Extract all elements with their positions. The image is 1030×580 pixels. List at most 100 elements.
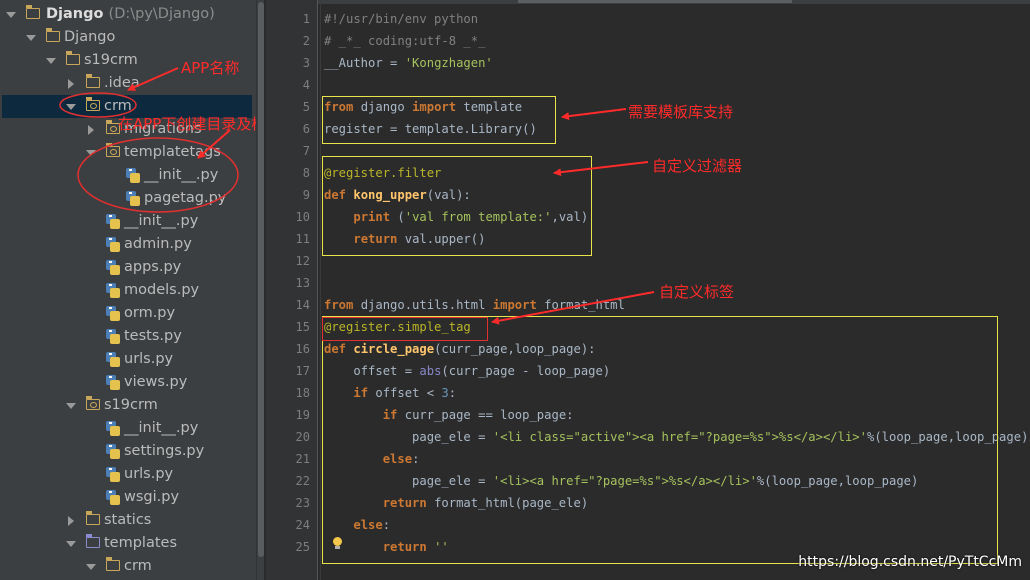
tree-node-label: models.py — [124, 282, 200, 298]
line-number: 10 — [295, 210, 310, 224]
package-folder-icon — [85, 396, 100, 410]
package-folder-icon — [105, 143, 120, 157]
python-file-icon — [106, 421, 120, 436]
collapse-arrow-icon[interactable] — [26, 26, 36, 49]
folder-icon — [85, 511, 100, 525]
tree-node-label: pagetag.py — [144, 190, 227, 206]
code-line[interactable]: # _*_ coding:utf-8 _*_ — [324, 30, 485, 52]
tree-node-label: admin.py — [124, 236, 192, 252]
line-number: 22 — [295, 474, 310, 488]
line-number: 14 — [295, 298, 310, 312]
indent-guide — [320, 0, 321, 580]
tree-node-label: s19crm — [104, 397, 158, 413]
line-number: 16 — [295, 342, 310, 356]
highlight-box-simple-tag — [322, 316, 998, 564]
collapse-arrow-icon[interactable] — [66, 95, 76, 118]
tree-node-label: s19crm — [84, 52, 138, 68]
code-line[interactable]: from django.utils.html import format_htm… — [324, 294, 625, 316]
code-token: format_html — [536, 298, 625, 312]
code-token: #!/usr/bin/env python — [324, 12, 479, 26]
code-token: django.utils.html — [353, 298, 493, 312]
project-tree-panel: Django (D:\py\Django) Django s19crm .ide… — [0, 0, 256, 580]
tree-node-label: tests.py — [124, 328, 182, 344]
collapse-arrow-icon[interactable] — [46, 49, 56, 72]
python-file-icon — [106, 329, 120, 344]
tree-node-label: orm.py — [124, 305, 176, 321]
line-number: 19 — [295, 408, 310, 422]
line-number: 13 — [295, 276, 310, 290]
expand-arrow-icon[interactable] — [86, 118, 96, 141]
code-editor[interactable]: 1 2 3 4 5 6 7 8 9 10 11 12 13 14 15 16 17 18 19 20 21 22 23 24 2… — [266, 0, 1030, 580]
line-number: 17 — [295, 364, 310, 378]
folder-icon — [25, 5, 40, 19]
tree-node-label: templatetags — [124, 144, 221, 160]
tree-node-label: __init__.py — [124, 213, 199, 229]
expand-arrow-icon[interactable] — [66, 72, 76, 95]
python-file-icon — [106, 260, 120, 275]
python-file-icon — [106, 490, 120, 505]
code-token: __Author = — [324, 56, 405, 70]
python-file-icon — [106, 467, 120, 482]
highlight-box-filter — [322, 156, 592, 256]
python-file-icon — [106, 352, 120, 367]
expand-arrow-icon[interactable] — [66, 509, 76, 532]
line-number: 11 — [295, 232, 310, 246]
collapse-arrow-icon[interactable] — [6, 3, 16, 26]
templates-folder-icon — [85, 534, 100, 548]
tree-node-label: urls.py — [124, 466, 174, 482]
tree-node-label: __init__.py — [144, 167, 219, 183]
collapse-arrow-icon[interactable] — [66, 394, 76, 417]
line-number: 23 — [295, 496, 310, 510]
line-number-gutter: 1 2 3 4 5 6 7 8 9 10 11 12 13 14 15 16 17 18 19 20 21 22 23 24 2… — [266, 0, 318, 580]
line-number: 24 — [295, 518, 310, 532]
line-number: 3 — [302, 56, 310, 70]
line-number: 18 — [295, 386, 310, 400]
watermark-text: https://blog.csdn.net/PyTtCcMm — [798, 554, 1022, 570]
collapse-arrow-icon[interactable] — [86, 555, 96, 578]
line-number: 12 — [295, 254, 310, 268]
annotation-app-name: APP名称 — [181, 59, 240, 77]
code-token: # _*_ coding:utf-8 _*_ — [324, 34, 486, 48]
project-path: (D:\py\Django) — [108, 6, 215, 22]
python-file-icon — [106, 306, 120, 321]
line-number: 21 — [295, 452, 310, 466]
tree-node-label: apps.py — [124, 259, 182, 275]
folder-icon — [45, 28, 60, 42]
line-number: 8 — [302, 166, 310, 180]
folder-icon — [85, 74, 100, 88]
line-number: 7 — [302, 144, 310, 158]
line-number: 5 — [302, 100, 310, 114]
folder-icon — [65, 51, 80, 65]
tree-node-label: views.py — [124, 374, 188, 390]
collapse-arrow-icon[interactable] — [66, 532, 76, 555]
line-number: 1 — [302, 12, 310, 26]
tree-node-label: templates — [104, 535, 178, 551]
line-number: 25 — [295, 540, 310, 554]
python-file-icon — [106, 375, 120, 390]
python-file-icon — [126, 191, 140, 206]
code-token: import — [492, 298, 537, 312]
python-file-icon — [106, 283, 120, 298]
line-number: 20 — [295, 430, 310, 444]
package-folder-icon — [85, 97, 100, 111]
editor-tab-bar — [266, 0, 1030, 4]
line-number: 4 — [302, 78, 310, 92]
tree-node-label: Django — [46, 6, 104, 22]
code-line[interactable]: #!/usr/bin/env python — [324, 8, 478, 30]
python-file-icon — [106, 237, 120, 252]
code-line[interactable]: __Author = 'Kongzhagen' — [324, 52, 493, 74]
highlight-box-decorator — [322, 317, 488, 341]
tree-node-label: settings.py — [124, 443, 205, 459]
editor-tab[interactable] — [518, 0, 792, 3]
tree-node-label: statics — [104, 512, 152, 528]
python-file-icon — [126, 168, 140, 183]
line-number: 6 — [302, 122, 310, 136]
tree-node-label: .idea — [104, 75, 140, 91]
collapse-arrow-icon[interactable] — [86, 141, 96, 164]
highlight-box-import — [322, 96, 556, 144]
tree-node-label: wsgi.py — [124, 489, 180, 505]
tree-node-label: urls.py — [124, 351, 174, 367]
annotation-need-lib: 需要模板库支持 — [628, 103, 734, 121]
code-token: from — [324, 298, 354, 312]
folder-icon — [105, 557, 120, 571]
